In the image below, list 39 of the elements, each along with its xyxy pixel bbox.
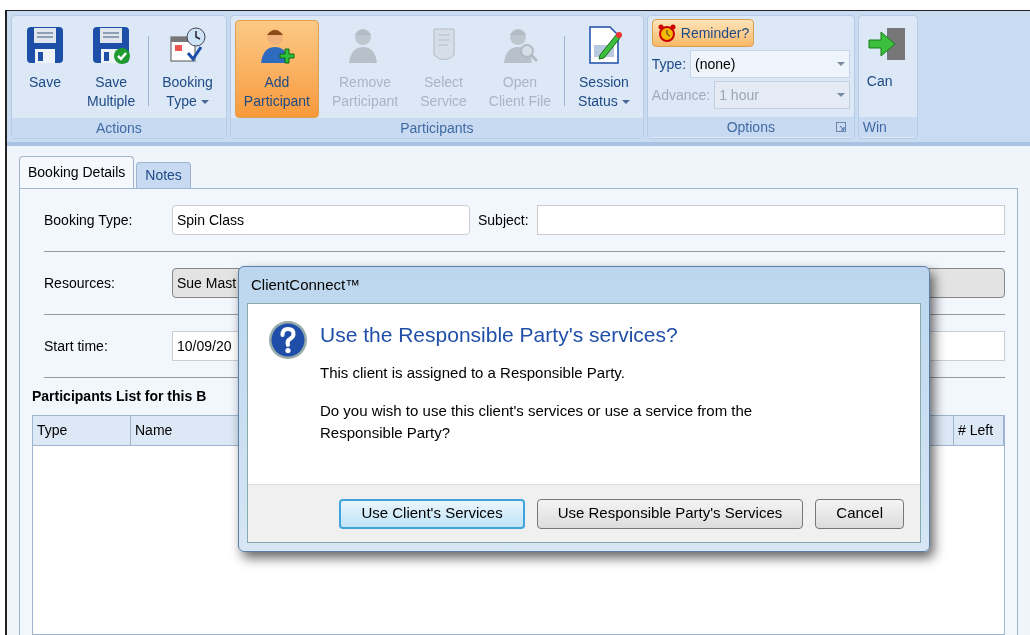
alarm-clock-icon — [656, 23, 677, 43]
ribbon-group-label: Participants — [230, 118, 643, 138]
field-label: Type: — [651, 54, 687, 74]
field-label: Subject: — [478, 210, 529, 230]
reminder-button[interactable]: Reminder? — [651, 19, 755, 47]
field-label: Start time: — [44, 336, 109, 356]
dropdown-field[interactable]: (none) — [690, 50, 850, 78]
field-label: Advance: — [651, 85, 711, 105]
column-header[interactable]: # Left — [954, 416, 1004, 445]
dialog-button[interactable]: Use Client's Services — [339, 498, 525, 529]
column-header[interactable]: Type — [33, 416, 131, 445]
dialog-launcher-icon[interactable] — [835, 122, 846, 132]
calendar-clock-icon — [167, 25, 208, 65]
text-field[interactable] — [536, 205, 1005, 235]
dropdown-caret-icon — [836, 62, 845, 66]
floppy-disk-check-icon — [91, 25, 132, 65]
tab[interactable]: Notes — [136, 162, 191, 188]
dropdown-caret-icon — [836, 93, 845, 97]
dialog-message: Do you wish to use this client's services or use a service from the Responsible Party? — [320, 401, 754, 443]
ribbon-button[interactable]: Session Status — [569, 20, 639, 118]
tab[interactable]: Booking Details — [19, 156, 135, 188]
field-label: Booking Type: — [44, 210, 134, 230]
ribbon-group-label: Options — [726, 118, 775, 137]
ribbon-button[interactable]: Add Participant — [234, 20, 319, 118]
dialog-button[interactable]: Use Responsible Party's Services — [536, 498, 804, 529]
dialog-heading: Use the Responsible Party's services? — [320, 322, 679, 348]
section-heading: Participants List for this B — [32, 387, 207, 406]
dialog-message: This client is assigned to a Responsible Party. — [320, 363, 626, 383]
ribbon-button[interactable]: Save Multiple — [78, 20, 145, 118]
ribbon-group-label: Win — [858, 117, 917, 137]
ribbon-group-label: Actions — [12, 118, 226, 138]
field-label: Resources: — [44, 273, 116, 293]
ribbon-button[interactable]: Save — [16, 20, 74, 118]
dialog-title: ClientConnect™ — [250, 274, 362, 295]
ribbon-button[interactable]: Can — [858, 16, 917, 117]
dialog-button[interactable]: Cancel — [815, 498, 904, 529]
question-icon — [268, 320, 308, 360]
text-field[interactable]: Spin Class — [172, 205, 470, 235]
ribbon-button[interactable]: Booking Type — [153, 20, 222, 118]
